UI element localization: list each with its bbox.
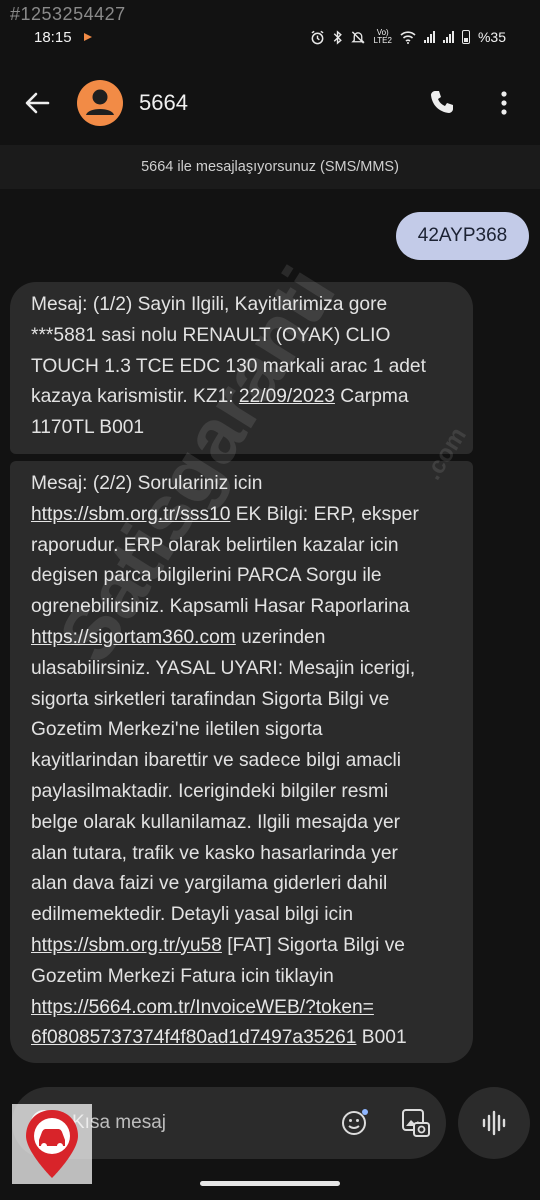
received-message-bubble-1[interactable]: Mesaj: (1/2) Sayin Ilgili, Kayitlarimiza… [10, 282, 473, 454]
message-line: https://5664.com.tr/InvoiceWEB/?token= [31, 993, 457, 1024]
battery-percent: %35 [477, 29, 506, 45]
notification-app-icon [83, 33, 92, 41]
message-input[interactable] [72, 1107, 312, 1139]
message-line: sigorta sirketleri tarafindan Sigorta Bi… [31, 688, 390, 710]
message-text: kazaya karismistir. KZ1: [31, 386, 239, 408]
app-bar: 5664 [0, 70, 540, 136]
gallery-attach-icon[interactable] [400, 1107, 432, 1139]
message-line: belge olarak kullanilamaz. Ilgili mesajd… [31, 811, 401, 833]
message-text: uzerinden [235, 626, 326, 648]
signal-icon-1 [423, 31, 435, 43]
message-line: https://sbm.org.tr/sss10 EK Bilgi: ERP, … [31, 500, 457, 531]
map-pin-car-icon [26, 1110, 78, 1178]
waveform-icon [482, 1110, 506, 1136]
status-bar: 18:15 Vo) LTE2 %35 [0, 22, 540, 52]
message-line: Mesaj: (1/2) Sayin Ilgili, Kayitlarimiza… [31, 294, 388, 315]
message-line: ogrenebilirsiniz. Kapsamli Hasar Raporla… [31, 596, 410, 618]
message-line: Mesaj: (2/2) Sorulariniz icin [31, 473, 263, 494]
contact-name[interactable]: 5664 [139, 90, 188, 116]
person-icon [86, 89, 114, 115]
message-line: Gozetim Merkezi Fatura icin tiklayin [31, 965, 334, 987]
conversation-banner: 5664 ile mesajlaşıyorsunuz (SMS/MMS) [0, 145, 540, 189]
sent-message-bubble[interactable]: 42AYP368 [396, 212, 529, 260]
message-line: TOUCH 1.3 TCE EDC 130 markali arac 1 ade… [31, 355, 426, 377]
invoice-token-link[interactable]: 6f08085737374f4f80ad1d7497a35261 [31, 1027, 356, 1048]
message-text: EK Bilgi: ERP, eksper [230, 503, 419, 525]
message-line: kazaya karismistir. KZ1: 22/09/2023 Carp… [31, 382, 457, 413]
message-line: paylasilmaktadir. Icerigindeki bilgiler … [31, 780, 389, 802]
message-line: Gozetim Merkezi'ne iletilen sigorta [31, 719, 323, 741]
voice-message-button[interactable] [458, 1087, 530, 1159]
received-message-bubble-2[interactable]: Mesaj: (2/2) Sorulariniz icin https://sb… [10, 461, 473, 1063]
message-line: https://sigortam360.com uzerinden [31, 623, 457, 654]
back-arrow-icon[interactable] [22, 88, 52, 118]
date-link[interactable]: 22/09/2023 [239, 386, 335, 407]
message-line: alan dava faizi ve yargilama giderleri d… [31, 873, 388, 895]
mute-icon [351, 30, 366, 44]
emoji-icon[interactable] [340, 1107, 370, 1137]
phone-call-icon[interactable] [428, 88, 456, 116]
message-line: raporudur. ERP olarak belirtilen kazalar… [31, 534, 399, 556]
sigortam360-link[interactable]: https://sigortam360.com [31, 627, 236, 648]
contact-avatar[interactable] [77, 80, 123, 126]
home-indicator[interactable] [200, 1181, 340, 1186]
wifi-icon [400, 30, 416, 44]
sbm-sss-link[interactable]: https://sbm.org.tr/sss10 [31, 504, 230, 525]
signal-icon-2 [442, 31, 454, 43]
message-line: https://sbm.org.tr/yu58 [FAT] Sigorta Bi… [31, 931, 457, 962]
message-line: 6f08085737374f4f80ad1d7497a35261 B001 [31, 1023, 457, 1054]
message-line: ***5881 sasi nolu RENAULT (OYAK) CLIO [31, 324, 391, 346]
volte-icon: Vo) LTE2 [373, 28, 392, 45]
battery-icon [461, 30, 470, 44]
sbm-yu58-link[interactable]: https://sbm.org.tr/yu58 [31, 935, 222, 956]
message-text: B001 [356, 1027, 407, 1049]
message-line: alan tutara, trafik ve kasko hasarlarind… [31, 842, 398, 864]
site-logo-badge [12, 1104, 92, 1184]
message-line: edilmemektedir. Detayli yasal bilgi icin [31, 904, 354, 926]
message-line: ulasabilirsiniz. YASAL UYARI: Mesajin ic… [31, 657, 416, 679]
alarm-icon [311, 30, 324, 44]
message-text: [FAT] Sigorta Bilgi ve [221, 934, 405, 956]
more-vert-icon[interactable] [498, 90, 510, 116]
invoice-link[interactable]: https://5664.com.tr/InvoiceWEB/?token= [31, 997, 374, 1018]
bluetooth-icon [334, 29, 343, 45]
message-text: Carpma [334, 386, 409, 408]
message-line: kayitlarindan ibarettir ve sadece bilgi … [31, 750, 402, 772]
message-line: degisen parca bilgilerini PARCA Sorgu il… [31, 565, 382, 587]
message-line: 1170TL B001 [31, 417, 145, 439]
status-time: 18:15 [34, 28, 72, 46]
